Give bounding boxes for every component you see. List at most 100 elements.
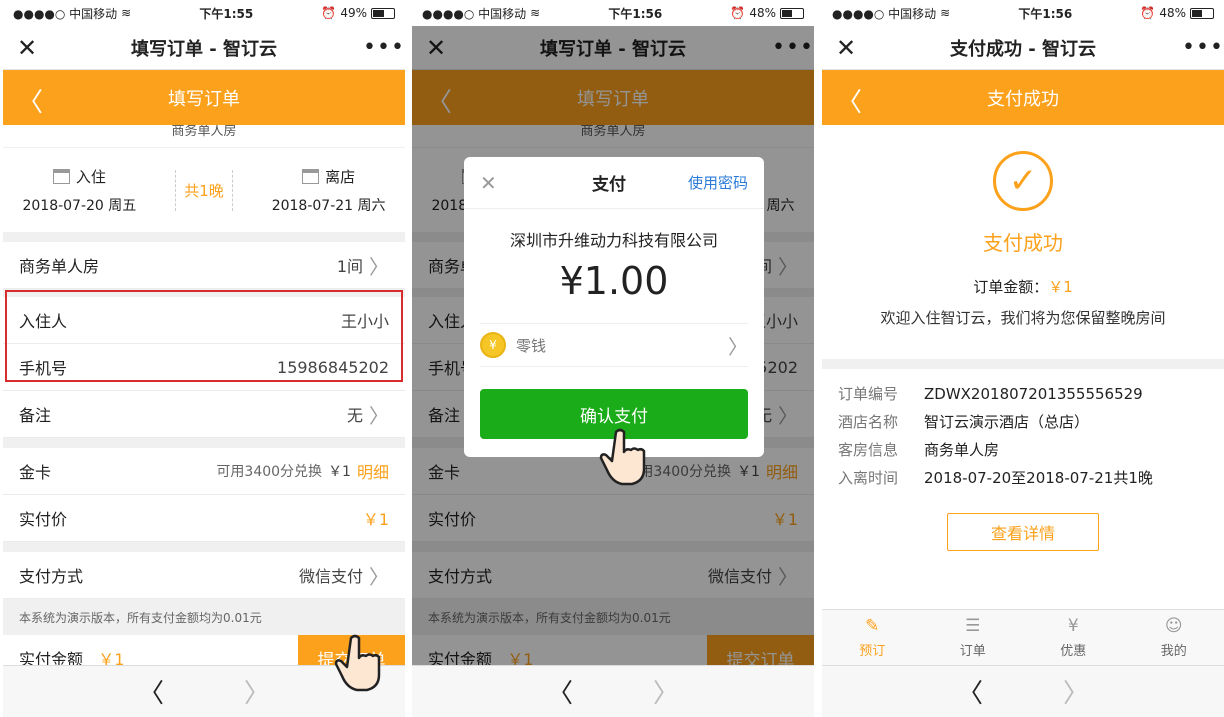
remark-value: 无 bbox=[346, 406, 363, 425]
status-bar: ●●●●○ 中国移动 ≋ 下午1:55 ⏰ 49% bbox=[3, 0, 405, 26]
clock: 下午1:56 bbox=[1018, 6, 1073, 21]
tab-coupons[interactable]: ¥ 优惠 bbox=[1023, 610, 1124, 665]
stay-dates[interactable]: 入住 2018-07-20 周五 共1晚 离店 2018-07-21 周六 bbox=[3, 148, 405, 232]
welcome-message: 欢迎入住智订云，我们将为您保留整晚房间 bbox=[880, 309, 1166, 327]
document-icon: ☰ bbox=[965, 616, 981, 636]
checkout-label: 离店 bbox=[325, 167, 356, 186]
alarm-icon: ⏰ bbox=[730, 6, 746, 20]
browser-toolbar: 〈 〉 bbox=[412, 665, 814, 717]
success-title: 支付成功 bbox=[983, 231, 1063, 255]
room-type: 商务单人房 bbox=[19, 257, 100, 276]
checkin-date: 2018-07-20 周五 bbox=[22, 197, 137, 214]
highlight-box bbox=[5, 290, 403, 382]
tab-mine[interactable]: ☺ 我的 bbox=[1124, 610, 1224, 665]
room-name-partial: 商务单人房 bbox=[3, 125, 405, 147]
close-icon[interactable]: ✕ bbox=[836, 34, 864, 62]
chevron-right-icon: 〉 bbox=[728, 334, 748, 359]
browser-back-icon[interactable]: 〈 bbox=[138, 673, 164, 710]
tab-label: 我的 bbox=[1160, 644, 1187, 659]
use-password-link[interactable]: 使用密码 bbox=[678, 172, 748, 193]
detail-key: 客房信息 bbox=[838, 441, 899, 459]
alarm-icon: ⏰ bbox=[321, 6, 337, 20]
actual-price-label: 实付价 bbox=[19, 510, 68, 529]
back-arrow-icon[interactable]: 〈 bbox=[836, 82, 862, 119]
card-label: 金卡 bbox=[19, 463, 52, 482]
detail-row: 入离时间 2018-07-20至2018-07-21共1晚 bbox=[838, 469, 1208, 487]
window-title: 支付成功 - 智订云 bbox=[949, 38, 1096, 60]
phone-screen-payment: ●●●●○ 中国移动 ≋ 下午1:56 ⏰ 48% ✕ 填写订单 - 智订云 •••… bbox=[412, 0, 814, 717]
back-arrow-icon[interactable]: 〈 bbox=[17, 82, 43, 119]
checkin-label: 入住 bbox=[75, 167, 106, 186]
tab-label: 订单 bbox=[959, 644, 986, 659]
battery-icon bbox=[780, 7, 804, 19]
detail-value: 商务单人房 bbox=[924, 441, 1000, 459]
detail-value: ZDWX201807201355556529 bbox=[924, 385, 1143, 403]
window-title: 填写订单 - 智订云 bbox=[130, 38, 277, 60]
member-card-row[interactable]: 金卡 可用3400分兑换 ￥1 明细 bbox=[3, 448, 405, 495]
coupon-icon: ¥ bbox=[1067, 616, 1079, 636]
clock: 下午1:55 bbox=[199, 6, 254, 21]
merchant-name: 深圳市升维动力科技有限公司 bbox=[509, 231, 718, 250]
browser-forward-icon[interactable]: 〉 bbox=[1063, 673, 1089, 710]
calendar-icon bbox=[302, 168, 320, 184]
close-icon[interactable]: ✕ bbox=[480, 171, 540, 195]
payment-dialog: ✕ 支付 使用密码 深圳市升维动力科技有限公司 ¥1.00 ¥ 零钱 〉 确认支… bbox=[464, 157, 764, 457]
phone-screen-fill-order: ●●●●○ 中国移动 ≋ 下午1:55 ⏰ 49% ✕ 填写订单 - 智订云 •••… bbox=[3, 0, 405, 717]
detail-row: 酒店名称 智订云演示酒店（总店） bbox=[838, 413, 1208, 431]
detail-key: 订单编号 bbox=[838, 385, 899, 403]
remark-row[interactable]: 备注 无〉 bbox=[3, 391, 405, 438]
close-icon[interactable]: ✕ bbox=[17, 34, 45, 62]
battery-percent: 48% bbox=[1159, 6, 1186, 20]
chevron-right-icon: 〉 bbox=[369, 564, 389, 589]
detail-key: 酒店名称 bbox=[838, 413, 899, 431]
order-details: 订单编号 ZDWX201807201355556529 酒店名称 智订云演示酒店（总… bbox=[822, 369, 1224, 619]
actual-price-row: 实付价 ￥1 bbox=[3, 495, 405, 542]
payment-dialog-header: ✕ 支付 使用密码 bbox=[464, 157, 764, 209]
detail-row: 订单编号 ZDWX201807201355556529 bbox=[838, 385, 1208, 403]
pointer-hand-icon bbox=[334, 634, 381, 692]
browser-back-icon[interactable]: 〈 bbox=[547, 673, 573, 710]
tab-label: 优惠 bbox=[1060, 644, 1087, 659]
view-details-button[interactable]: 查看详情 bbox=[947, 513, 1099, 551]
payment-method-label: 支付方式 bbox=[19, 567, 84, 586]
room-type-row[interactable]: 商务单人房 1间〉 bbox=[3, 242, 405, 289]
browser-title-bar: ✕ 填写订单 - 智订云 ••• bbox=[3, 26, 405, 70]
payment-amount: ¥1.00 bbox=[559, 259, 669, 303]
tab-booking[interactable]: ✎ 预订 bbox=[822, 610, 923, 665]
order-amount-label: 订单金额： bbox=[973, 278, 1049, 296]
nav-bar: 〈 填写订单 bbox=[3, 70, 405, 125]
nights-count: 共1晚 bbox=[175, 169, 233, 211]
payment-source: 零钱 bbox=[516, 336, 547, 355]
calendar-icon bbox=[52, 168, 70, 184]
success-panel: ✓ 支付成功 订单金额：￥1 欢迎入住智订云，我们将为您保留整晚房间 bbox=[822, 125, 1224, 359]
page-title: 支付成功 bbox=[987, 88, 1059, 110]
detail-key: 入离时间 bbox=[838, 469, 899, 487]
chevron-right-icon: 〉 bbox=[369, 254, 389, 279]
carrier-label: ●●●●○ 中国移动 bbox=[832, 6, 937, 21]
pointer-hand-icon bbox=[599, 428, 646, 486]
card-points: 可用3400分兑换 bbox=[216, 464, 323, 480]
battery-icon bbox=[1190, 7, 1214, 19]
browser-forward-icon[interactable]: 〉 bbox=[653, 673, 679, 710]
browser-back-icon[interactable]: 〈 bbox=[957, 673, 983, 710]
wifi-icon: ≋ bbox=[121, 6, 132, 20]
status-bar: ●●●●○ 中国移动 ≋ 下午1:56 ⏰ 48% bbox=[822, 0, 1224, 26]
edit-icon: ✎ bbox=[865, 616, 880, 636]
payment-method-row[interactable]: 支付方式 微信支付〉 bbox=[3, 552, 405, 599]
more-icon[interactable]: ••• bbox=[1182, 35, 1223, 60]
more-icon[interactable]: ••• bbox=[363, 35, 404, 60]
browser-forward-icon[interactable]: 〉 bbox=[244, 673, 270, 710]
card-detail-link[interactable]: 明细 bbox=[357, 459, 389, 483]
detail-row: 客房信息 商务单人房 bbox=[838, 441, 1208, 459]
checkout-date: 2018-07-21 周六 bbox=[271, 197, 386, 214]
tab-orders[interactable]: ☰ 订单 bbox=[923, 610, 1024, 665]
carrier-label: ●●●●○ 中国移动 bbox=[13, 6, 118, 21]
status-bar: ●●●●○ 中国移动 ≋ 下午1:56 ⏰ 48% bbox=[412, 0, 814, 26]
battery-percent: 48% bbox=[749, 6, 776, 20]
tab-bar: ✎ 预订 ☰ 订单 ¥ 优惠 ☺ 我的 bbox=[822, 609, 1224, 665]
order-amount-value: ￥1 bbox=[1048, 278, 1073, 296]
payment-source-row[interactable]: ¥ 零钱 〉 bbox=[480, 323, 748, 367]
demo-notice: 本系统为演示版本，所有支付金额均为0.01元 bbox=[3, 599, 405, 635]
room-count: 1间 bbox=[336, 257, 363, 276]
payment-dialog-title: 支付 bbox=[592, 175, 626, 195]
